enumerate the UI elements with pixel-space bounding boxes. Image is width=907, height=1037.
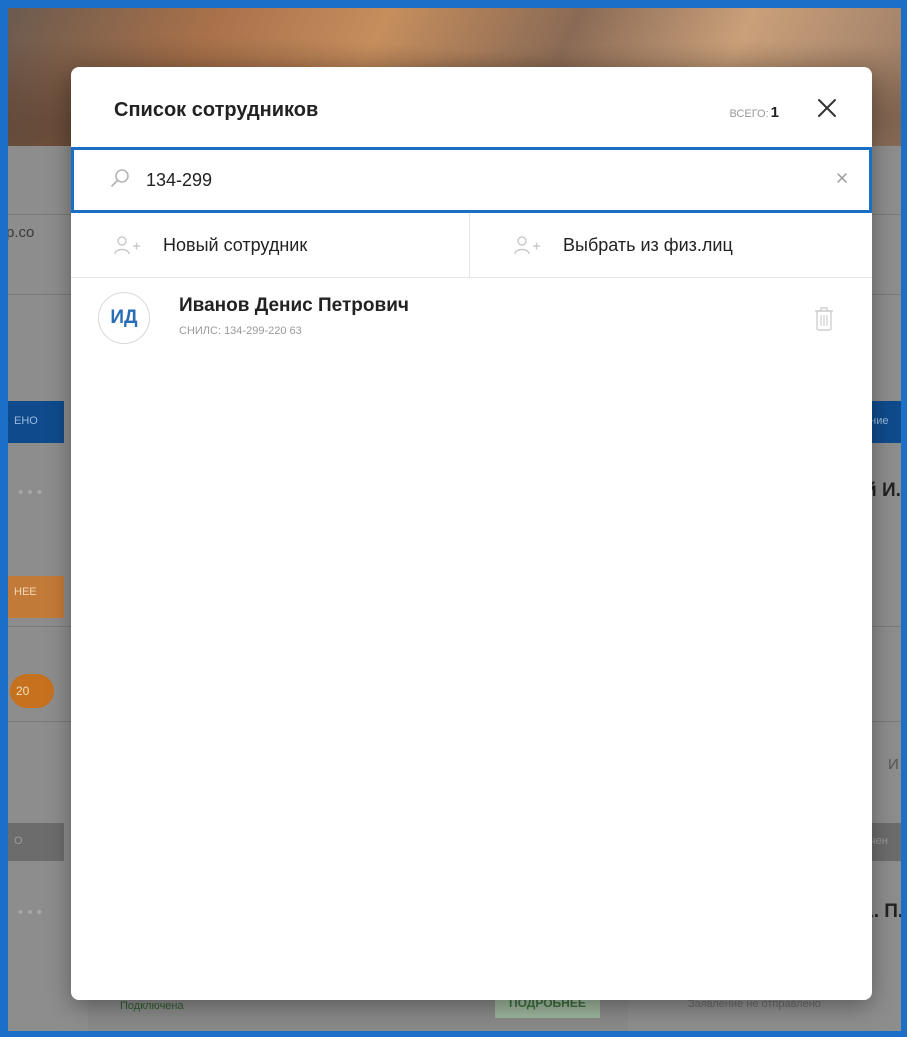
actions-bar: Новый сотрудник Выбрать из физ.лиц bbox=[71, 213, 872, 278]
bg-edit-fragment: И bbox=[888, 756, 899, 773]
add-user-icon bbox=[514, 236, 540, 255]
search-box bbox=[71, 147, 872, 213]
bg-more-fragment: НЕЕ bbox=[8, 576, 64, 618]
bg-dots-2: • • • bbox=[18, 904, 43, 921]
bg-dots: • • • bbox=[18, 484, 43, 501]
bg-status: Подключена bbox=[120, 1000, 184, 1012]
new-employee-button[interactable]: Новый сотрудник bbox=[71, 213, 470, 277]
close-button[interactable] bbox=[816, 97, 838, 119]
employee-list-modal: Список сотрудников всего: 1 bbox=[71, 67, 872, 1000]
add-user-icon bbox=[114, 236, 140, 255]
close-icon bbox=[818, 99, 836, 117]
search-icon bbox=[111, 169, 129, 187]
modal-title: Список сотрудников bbox=[114, 99, 319, 121]
employee-snils: СНИЛС: 134-299-220 63 bbox=[179, 325, 302, 337]
modal-header: Список сотрудников всего: 1 bbox=[71, 67, 872, 147]
avatar: ИД bbox=[98, 292, 150, 344]
bg-tab-left-2: О bbox=[8, 823, 64, 861]
bg-email-fragment: p.co bbox=[8, 224, 35, 241]
choose-from-persons-button[interactable]: Выбрать из физ.лиц bbox=[471, 213, 872, 277]
search-input[interactable] bbox=[146, 162, 786, 198]
total-count: 1 bbox=[770, 104, 779, 121]
total-label: всего: bbox=[729, 108, 769, 120]
new-employee-label: Новый сотрудник bbox=[163, 234, 308, 255]
employee-name: Иванов Денис Петрович bbox=[179, 295, 409, 316]
bg-tab-left: ЕНО bbox=[8, 401, 64, 443]
app-frame: p.co ЕНО ение • • • й И. НЕЕ 20 И О очен… bbox=[8, 8, 901, 1031]
trash-icon[interactable] bbox=[814, 306, 834, 332]
bg-badge: 20 bbox=[10, 674, 54, 708]
clear-icon[interactable] bbox=[835, 171, 849, 185]
list-item[interactable]: ИД Иванов Денис Петрович СНИЛС: 134-299-… bbox=[71, 279, 872, 357]
choose-from-persons-label: Выбрать из физ.лиц bbox=[563, 234, 733, 255]
total-counter: всего: 1 bbox=[729, 104, 779, 121]
